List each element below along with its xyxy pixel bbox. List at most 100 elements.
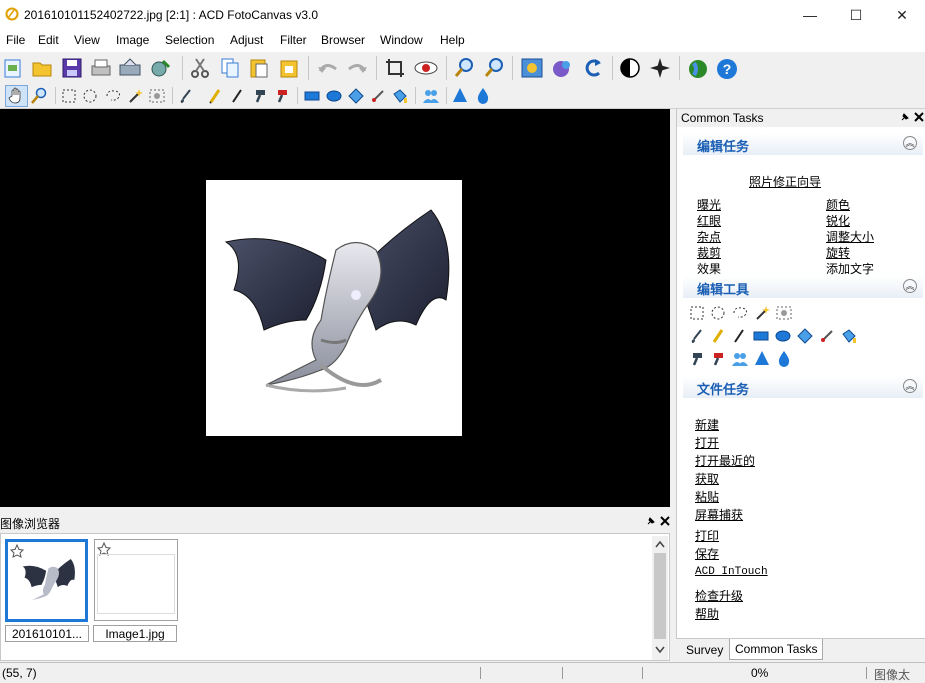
print-icon[interactable]	[89, 57, 113, 79]
edit-tools-header[interactable]: 编辑工具 ︽	[683, 276, 923, 298]
pin-icon[interactable]	[646, 516, 656, 526]
brush-icon[interactable]	[178, 88, 194, 104]
clone-stamp-icon[interactable]	[689, 351, 705, 367]
image-preview[interactable]	[206, 180, 462, 436]
task-add-text[interactable]: 添加文字	[826, 260, 874, 277]
clone-stamp-icon[interactable]	[252, 88, 268, 104]
ellipse-tool-icon[interactable]	[326, 89, 342, 103]
thumbnail-1-label[interactable]: 201610101...	[5, 625, 89, 642]
task-noise[interactable]: 杂点	[697, 228, 721, 245]
thumbnail-2[interactable]	[94, 539, 178, 621]
hand-tool-icon[interactable]	[5, 85, 28, 107]
blur-drop-icon[interactable]	[475, 87, 491, 104]
file-task-acquire[interactable]: 获取	[695, 470, 719, 487]
people-icon[interactable]	[730, 351, 750, 367]
save-icon[interactable]	[61, 57, 83, 79]
menu-window[interactable]: Window	[380, 33, 423, 47]
crop-icon[interactable]	[384, 57, 406, 79]
fill-bucket-icon[interactable]	[840, 328, 858, 344]
task-exposure[interactable]: 曝光	[697, 196, 721, 213]
cut-icon[interactable]	[189, 57, 211, 79]
file-task-check-update[interactable]: 检查升级	[695, 587, 743, 604]
zoom-in-icon[interactable]	[483, 57, 505, 79]
menu-file[interactable]: File	[6, 33, 25, 47]
task-color[interactable]: 颜色	[826, 196, 850, 213]
lasso-icon[interactable]	[731, 305, 749, 321]
redo-icon[interactable]	[345, 57, 369, 79]
collapse-up-icon[interactable]: ︽	[903, 279, 917, 293]
magic-wand-icon[interactable]	[754, 305, 770, 321]
healing-icon[interactable]	[274, 88, 290, 104]
file-task-print[interactable]: 打印	[695, 527, 719, 544]
minimize-button[interactable]: —	[787, 0, 833, 30]
people-icon[interactable]	[421, 88, 441, 104]
rectangle-tool-icon[interactable]	[304, 89, 320, 103]
pencil-icon[interactable]	[207, 88, 223, 104]
task-resize[interactable]: 调整大小	[826, 228, 874, 245]
polygon-tool-icon[interactable]	[348, 88, 364, 104]
file-task-intouch[interactable]: ACD InTouch	[695, 566, 768, 578]
close-button[interactable]: ✕	[879, 0, 925, 30]
scroll-up-icon[interactable]	[655, 540, 665, 548]
menu-help[interactable]: Help	[440, 33, 465, 47]
new-image-icon[interactable]	[3, 57, 23, 79]
help-icon[interactable]: ?	[715, 57, 739, 81]
ellipse-select-icon[interactable]	[710, 305, 726, 321]
task-red-eye[interactable]: 红眼	[697, 212, 721, 229]
task-effects[interactable]: 效果	[697, 260, 721, 277]
collapse-up-icon[interactable]: ︽	[903, 136, 917, 150]
zoom-tool-icon[interactable]	[30, 87, 48, 105]
thumbnail-2-label[interactable]: Image1.jpg	[93, 625, 177, 642]
pencil-icon[interactable]	[710, 328, 726, 344]
thumbnail-1[interactable]	[5, 539, 88, 622]
rect-select-icon[interactable]	[61, 88, 77, 104]
polygon-tool-icon[interactable]	[797, 328, 813, 344]
file-task-paste[interactable]: 粘贴	[695, 488, 719, 505]
browser-scrollbar[interactable]	[652, 536, 668, 660]
rect-select-icon[interactable]	[689, 305, 705, 321]
ellipse-tool-icon[interactable]	[775, 329, 791, 343]
fill-bucket-icon[interactable]	[391, 88, 409, 104]
photo-wizard-link[interactable]: 照片修正向导	[749, 173, 821, 190]
brush-icon[interactable]	[689, 328, 705, 344]
menu-selection[interactable]: Selection	[165, 33, 214, 47]
task-sharpen[interactable]: 锐化	[826, 212, 850, 229]
menu-browser[interactable]: Browser	[321, 33, 365, 47]
paste-icon[interactable]	[248, 57, 270, 79]
file-task-new[interactable]: 新建	[695, 416, 719, 433]
ellipse-select-icon[interactable]	[82, 88, 98, 104]
scroll-down-icon[interactable]	[655, 646, 665, 654]
menu-view[interactable]: View	[74, 33, 100, 47]
open-folder-icon[interactable]	[31, 57, 53, 79]
rectangle-tool-icon[interactable]	[753, 329, 769, 343]
magic-wand-icon[interactable]	[127, 88, 143, 104]
contrast-icon[interactable]	[619, 57, 641, 79]
line-tool-icon[interactable]	[229, 88, 245, 104]
file-task-open[interactable]: 打开	[695, 434, 719, 451]
scroll-thumb[interactable]	[654, 553, 666, 639]
maximize-button[interactable]: ☐	[833, 0, 879, 30]
pin-icon[interactable]	[900, 112, 910, 122]
zoom-out-icon[interactable]	[453, 57, 475, 79]
screen-capture-icon[interactable]	[520, 57, 544, 79]
copy-icon[interactable]	[219, 57, 241, 79]
paste-new-icon[interactable]	[278, 57, 300, 79]
rotate-icon[interactable]	[581, 57, 605, 79]
menu-adjust[interactable]: Adjust	[230, 33, 263, 47]
smart-select-icon[interactable]	[775, 305, 793, 321]
effects-icon[interactable]	[549, 57, 575, 79]
sharpen-tool-icon[interactable]	[452, 87, 468, 104]
scanner-icon[interactable]	[118, 57, 142, 79]
smart-select-icon[interactable]	[148, 88, 166, 104]
lasso-icon[interactable]	[104, 88, 122, 104]
file-task-save[interactable]: 保存	[695, 545, 719, 562]
file-task-help[interactable]: 帮助	[695, 605, 719, 622]
undo-icon[interactable]	[316, 57, 340, 79]
healing-icon[interactable]	[710, 351, 726, 367]
menu-image[interactable]: Image	[116, 33, 149, 47]
sharpen-icon[interactable]	[648, 57, 672, 79]
menu-filter[interactable]: Filter	[280, 33, 307, 47]
color-picker-icon[interactable]	[819, 328, 835, 344]
file-task-screen-capture[interactable]: 屏幕捕获	[695, 506, 743, 523]
file-task-open-recent[interactable]: 打开最近的	[695, 452, 755, 469]
